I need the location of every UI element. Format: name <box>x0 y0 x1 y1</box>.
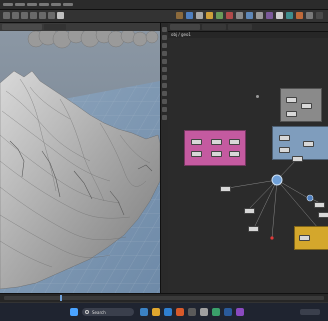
tab-tree-view[interactable] <box>228 24 252 30</box>
node[interactable] <box>191 151 202 157</box>
os-taskbar: Search <box>0 302 328 321</box>
search-icon <box>85 310 89 314</box>
network-box[interactable] <box>184 130 246 166</box>
shelf-tool-icon[interactable] <box>48 12 55 19</box>
shelf-tool-icon[interactable] <box>176 12 183 19</box>
node[interactable] <box>248 226 259 232</box>
shelf-tool-icon[interactable] <box>246 12 253 19</box>
frame-marker[interactable] <box>60 295 62 301</box>
display-option-icon[interactable] <box>162 27 167 32</box>
houdini-app-icon[interactable] <box>176 308 184 316</box>
display-option-icon[interactable] <box>162 99 167 104</box>
app-icon[interactable] <box>188 308 196 316</box>
timeline-slider[interactable] <box>4 296 324 300</box>
network-canvas[interactable] <box>168 38 328 293</box>
display-option-icon[interactable] <box>162 51 167 56</box>
network-path: obj / geo1 <box>171 32 191 37</box>
app-icon[interactable] <box>224 308 232 316</box>
shelf-tool-icon[interactable] <box>216 12 223 19</box>
shelf-tool-icon[interactable] <box>206 12 213 19</box>
shelf-tool-icon[interactable] <box>236 12 243 19</box>
start-icon[interactable] <box>70 308 78 316</box>
playbar[interactable] <box>0 293 328 302</box>
browser-icon[interactable] <box>164 308 172 316</box>
shelf-tool-icon[interactable] <box>186 12 193 19</box>
menu-item-help[interactable] <box>63 3 73 6</box>
display-option-icon[interactable] <box>162 115 167 120</box>
display-option-icon[interactable] <box>162 91 167 96</box>
display-option-icon[interactable] <box>162 35 167 40</box>
shelf-tool-icon[interactable] <box>57 12 64 19</box>
node[interactable] <box>229 151 240 157</box>
tab-scene-view[interactable] <box>2 24 42 30</box>
switch-node[interactable] <box>306 194 314 202</box>
network-box[interactable] <box>294 226 328 250</box>
node[interactable] <box>286 111 297 117</box>
menu-item-assets[interactable] <box>39 3 49 6</box>
shelf-tool-icon[interactable] <box>316 12 323 19</box>
shelf-tool-icon[interactable] <box>12 12 19 19</box>
display-option-icon[interactable] <box>162 67 167 72</box>
scene-viewport[interactable] <box>0 31 160 293</box>
menu-bar <box>0 0 328 10</box>
shelf-tool-icon[interactable] <box>226 12 233 19</box>
node[interactable] <box>229 139 240 145</box>
terrain-render <box>0 31 160 293</box>
node[interactable] <box>301 103 312 109</box>
tab-parameters[interactable] <box>202 24 226 30</box>
taskbar-search-box[interactable]: Search <box>82 308 134 316</box>
menu-item-windows[interactable] <box>51 3 61 6</box>
shelf-tool-icon[interactable] <box>196 12 203 19</box>
menu-item-render[interactable] <box>27 3 37 6</box>
shelf-tool-icon[interactable] <box>266 12 273 19</box>
viewport-tab-bar <box>0 23 160 31</box>
menu-item-file[interactable] <box>3 3 13 6</box>
node[interactable] <box>318 212 328 218</box>
display-option-icon[interactable] <box>162 75 167 80</box>
node[interactable] <box>211 139 222 145</box>
app-icon[interactable] <box>212 308 220 316</box>
node[interactable] <box>211 151 222 157</box>
node[interactable] <box>303 141 314 147</box>
shelf-tool-icon[interactable] <box>3 12 10 19</box>
merge-node[interactable] <box>271 174 283 186</box>
node[interactable] <box>279 135 290 141</box>
system-tray[interactable] <box>300 309 320 315</box>
node[interactable] <box>244 208 255 214</box>
tab-network-view[interactable] <box>170 24 200 30</box>
node[interactable] <box>191 139 202 145</box>
node[interactable] <box>220 186 231 192</box>
display-option-icon[interactable] <box>162 59 167 64</box>
node[interactable] <box>299 235 310 241</box>
app-icon[interactable] <box>236 308 244 316</box>
shelf-tool-icon[interactable] <box>21 12 28 19</box>
node[interactable] <box>292 156 303 162</box>
shelf-tool-icon[interactable] <box>306 12 313 19</box>
display-option-icon[interactable] <box>162 83 167 88</box>
node[interactable] <box>314 202 325 208</box>
shelf-tool-icon[interactable] <box>286 12 293 19</box>
network-box[interactable] <box>272 126 328 160</box>
shelf-tool-icon[interactable] <box>296 12 303 19</box>
network-box[interactable] <box>280 88 322 122</box>
node[interactable] <box>286 97 297 103</box>
tab-render-view[interactable] <box>44 24 66 30</box>
shelf-tool-icon[interactable] <box>30 12 37 19</box>
task-view-icon[interactable] <box>140 308 148 316</box>
viewport-side-toolbar <box>160 23 168 293</box>
shelf-tool-icon[interactable] <box>39 12 46 19</box>
display-flag-icon[interactable] <box>270 236 274 240</box>
menu-item-edit[interactable] <box>15 3 25 6</box>
dot-node-icon[interactable] <box>256 95 259 98</box>
shelf-toolbar <box>0 10 328 23</box>
node[interactable] <box>279 147 290 153</box>
shelf-tool-icon[interactable] <box>256 12 263 19</box>
display-option-icon[interactable] <box>162 107 167 112</box>
file-explorer-icon[interactable] <box>152 308 160 316</box>
shelf-tool-icon[interactable] <box>276 12 283 19</box>
display-option-icon[interactable] <box>162 43 167 48</box>
app-icon[interactable] <box>200 308 208 316</box>
taskbar-search-placeholder: Search <box>92 310 106 315</box>
network-editor-tabs <box>168 23 328 32</box>
